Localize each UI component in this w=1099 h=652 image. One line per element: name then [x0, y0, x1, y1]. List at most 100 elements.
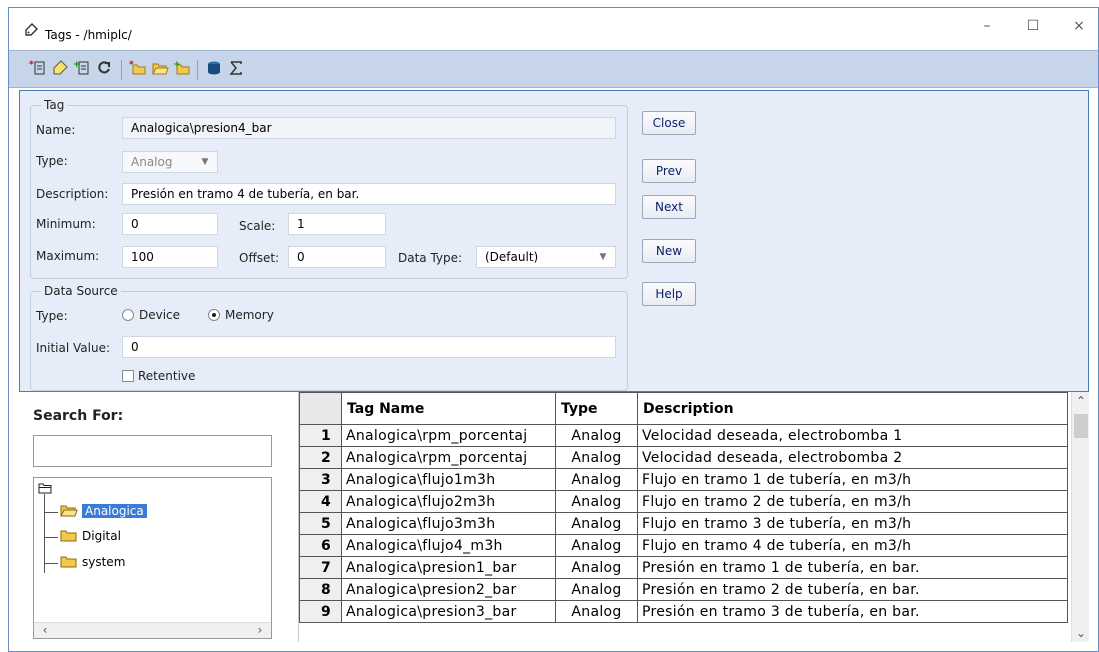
description-cell[interactable]: Flujo en tramo 2 de tubería, en m3/h	[637, 490, 1068, 513]
tag-name-cell[interactable]: Analogica\presion3_bar	[341, 600, 556, 623]
table-row[interactable]: 5 Analogica\flujo3m3h Analog Flujo en tramo…	[299, 512, 1068, 535]
table-row[interactable]: 4 Analogica\flujo2m3h Analog Flujo en tramo…	[299, 490, 1068, 513]
tree-item-label: Digital	[82, 529, 121, 543]
add-folder-icon[interactable]: +	[173, 59, 191, 77]
refresh-icon[interactable]	[95, 59, 113, 77]
offset-field[interactable]: 0	[288, 246, 386, 268]
scroll-left-icon[interactable]: ‹	[36, 623, 54, 637]
maximize-button[interactable]: ☐	[1013, 14, 1053, 38]
help-button[interactable]: Help	[642, 282, 696, 306]
description-cell[interactable]: Velocidad deseada, electrobomba 2	[637, 446, 1068, 469]
table-row[interactable]: 9 Analogica\presion3_bar Analog Presión en …	[299, 600, 1068, 623]
description-cell[interactable]: Presión en tramo 3 de tubería, en bar.	[637, 600, 1068, 623]
close-window-button[interactable]: ×	[1059, 14, 1099, 38]
type-cell[interactable]: Analog	[555, 556, 638, 579]
source-type-label: Type:	[36, 309, 68, 323]
row-number-cell[interactable]: 2	[299, 446, 342, 469]
type-cell[interactable]: Analog	[555, 534, 638, 557]
prev-button[interactable]: Prev	[642, 159, 696, 183]
minimize-button[interactable]: –	[967, 14, 1007, 38]
type-cell[interactable]: Analog	[555, 468, 638, 491]
tree-item-system[interactable]: system	[60, 555, 125, 569]
close-button[interactable]: Close	[642, 111, 696, 135]
tag-name-cell[interactable]: Analogica\flujo3m3h	[341, 512, 556, 535]
type-cell[interactable]: Analog	[555, 578, 638, 601]
tag-name-cell[interactable]: Analogica\flujo4_m3h	[341, 534, 556, 557]
chevron-down-icon: ▼	[201, 157, 209, 167]
scroll-down-icon[interactable]: ⌄	[1072, 626, 1089, 640]
next-button[interactable]: Next	[642, 195, 696, 219]
tag-name-cell[interactable]: Analogica\flujo2m3h	[341, 490, 556, 513]
tag-name-cell[interactable]: Analogica\flujo1m3h	[341, 468, 556, 491]
row-number-cell[interactable]: 6	[299, 534, 342, 557]
toolbar: * + * +	[9, 50, 1098, 88]
retentive-checkbox[interactable]: Retentive	[122, 369, 195, 383]
row-number-cell[interactable]: 1	[299, 424, 342, 447]
scrollbar-thumb[interactable]	[1074, 414, 1088, 438]
search-input[interactable]	[33, 435, 272, 467]
tag-icon[interactable]	[51, 59, 69, 77]
tag-name-cell[interactable]: Analogica\presion2_bar	[341, 578, 556, 601]
insert-tag-icon[interactable]: +	[73, 59, 91, 77]
type-cell[interactable]: Analog	[555, 490, 638, 513]
tag-icon	[25, 23, 38, 36]
sum-icon[interactable]	[227, 59, 245, 77]
table-row[interactable]: 3 Analogica\flujo1m3h Analog Flujo en tramo…	[299, 468, 1068, 491]
description-field[interactable]: Presión en tramo 4 de tubería, en bar.	[122, 183, 616, 205]
minimum-field[interactable]: 0	[122, 213, 218, 235]
row-number-cell[interactable]: 8	[299, 578, 342, 601]
tag-name-cell[interactable]: Analogica\rpm_porcentaj	[341, 446, 556, 469]
tree-root[interactable]	[38, 482, 52, 494]
grid-vertical-scrollbar[interactable]: ⌃ ⌄	[1071, 392, 1089, 642]
scroll-up-icon[interactable]: ⌃	[1072, 394, 1089, 408]
table-row[interactable]: 6 Analogica\flujo4_m3h Analog Flujo en tram…	[299, 534, 1068, 557]
tag-name-cell[interactable]: Analogica\rpm_porcentaj	[341, 424, 556, 447]
scroll-right-icon[interactable]: ›	[251, 623, 269, 637]
offset-label: Offset:	[239, 251, 280, 265]
description-cell[interactable]: Flujo en tramo 1 de tubería, en m3/h	[637, 468, 1068, 491]
tags-window: Tags - /hmiplc/ – ☐ × * + * Tag Name: An…	[8, 7, 1099, 652]
new-button[interactable]: New	[642, 239, 696, 263]
name-label: Name:	[36, 123, 76, 137]
open-folder-icon[interactable]	[151, 59, 169, 77]
row-number-cell[interactable]: 5	[299, 512, 342, 535]
description-cell[interactable]: Presión en tramo 2 de tubería, en bar.	[637, 578, 1068, 601]
column-header-tag-name[interactable]: Tag Name	[341, 392, 556, 425]
column-header-type[interactable]: Type	[555, 392, 638, 425]
new-folder-icon[interactable]: *	[129, 59, 147, 77]
type-cell[interactable]: Analog	[555, 512, 638, 535]
description-cell[interactable]: Flujo en tramo 4 de tubería, en m3/h	[637, 534, 1068, 557]
database-icon[interactable]	[205, 59, 223, 77]
scale-field[interactable]: 1	[288, 213, 386, 235]
tree-item-analogica[interactable]: Analogica	[60, 504, 147, 518]
description-cell[interactable]: Flujo en tramo 3 de tubería, en m3/h	[637, 512, 1068, 535]
description-cell[interactable]: Presión en tramo 1 de tubería, en bar.	[637, 556, 1068, 579]
table-row[interactable]: 7 Analogica\presion1_bar Analog Presión en …	[299, 556, 1068, 579]
name-field[interactable]: Analogica\presion4_bar	[122, 117, 616, 139]
type-cell[interactable]: Analog	[555, 600, 638, 623]
tree-horizontal-scrollbar[interactable]: ‹ ›	[34, 622, 271, 638]
device-radio[interactable]: Device	[122, 308, 180, 322]
memory-radio[interactable]: Memory	[208, 308, 274, 322]
description-cell[interactable]: Velocidad deseada, electrobomba 1	[637, 424, 1068, 447]
row-number-cell[interactable]: 7	[299, 556, 342, 579]
table-row[interactable]: 1 Analogica\rpm_porcentaj Analog Velocidad …	[299, 424, 1068, 447]
initial-value-field[interactable]: 0	[122, 336, 616, 358]
tag-name-cell[interactable]: Analogica\presion1_bar	[341, 556, 556, 579]
row-number-cell[interactable]: 4	[299, 490, 342, 513]
type-cell[interactable]: Analog	[555, 446, 638, 469]
datatype-select[interactable]: (Default) ▼	[476, 246, 616, 268]
folder-icon	[60, 530, 77, 542]
search-panel: Search For: Analogica Digital system ‹ ›	[19, 392, 299, 642]
type-select[interactable]: Analog ▼	[122, 151, 218, 173]
table-row[interactable]: 2 Analogica\rpm_porcentaj Analog Velocidad …	[299, 446, 1068, 469]
tree-item-digital[interactable]: Digital	[60, 529, 121, 543]
initial-value-label: Initial Value:	[36, 341, 111, 355]
row-number-cell[interactable]: 3	[299, 468, 342, 491]
column-header-description[interactable]: Description	[637, 392, 1068, 425]
row-number-cell[interactable]: 9	[299, 600, 342, 623]
type-cell[interactable]: Analog	[555, 424, 638, 447]
table-row[interactable]: 8 Analogica\presion2_bar Analog Presión en …	[299, 578, 1068, 601]
maximum-field[interactable]: 100	[122, 246, 218, 268]
new-tag-icon[interactable]: *	[29, 59, 47, 77]
